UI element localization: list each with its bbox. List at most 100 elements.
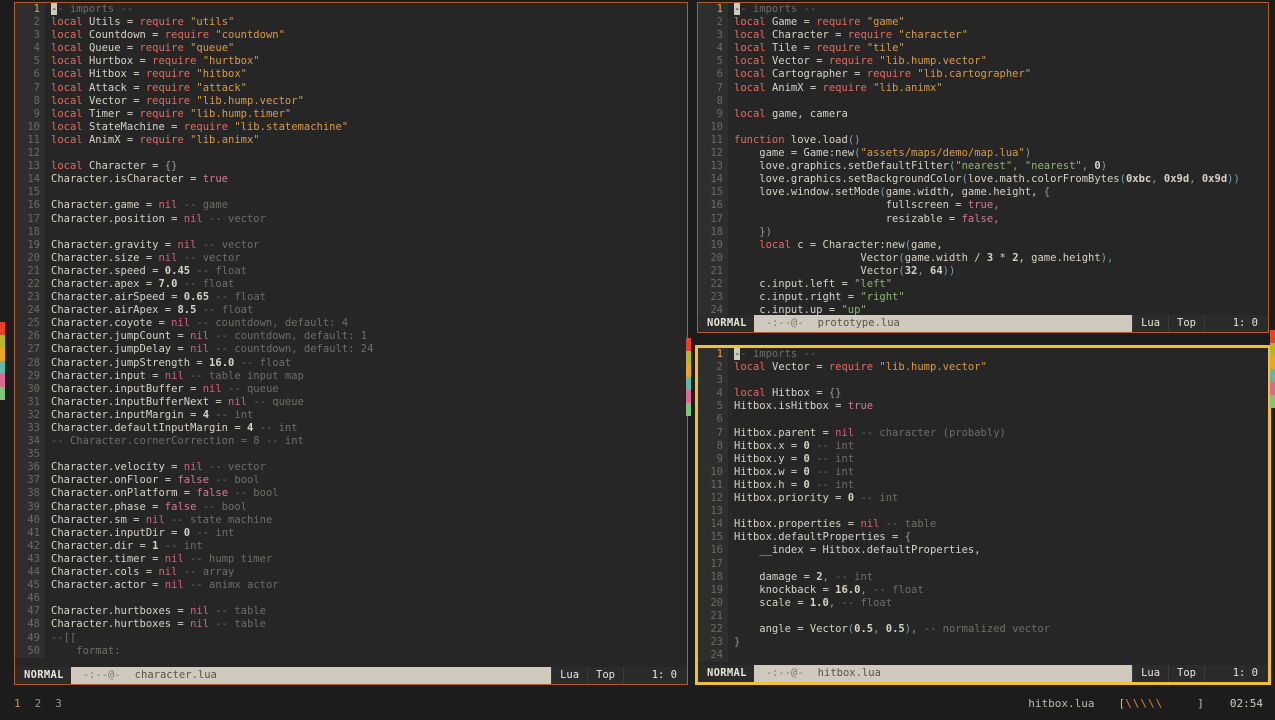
- code-token: AnimX =: [88, 133, 140, 146]
- code-token: Character.gravity =: [51, 238, 178, 251]
- line-number: 17: [698, 557, 728, 571]
- code-token: Hitbox.isHitbox =: [734, 400, 848, 413]
- code-line: 15 Hitbox.defaultProperties = {: [698, 531, 1268, 545]
- code-line: 48 Character.hurtboxes = nil -- table: [15, 618, 687, 632]
- line-number: 17: [15, 212, 45, 226]
- code-token: -- queue: [221, 382, 279, 395]
- code-token: require: [139, 16, 191, 29]
- tmux-window-tab-3[interactable]: 3: [55, 697, 62, 710]
- code-token: Utils =: [88, 16, 140, 29]
- color-swatch: [0, 374, 5, 387]
- code-line: 23 Character.airSpeed = 0.65 -- float: [15, 291, 687, 305]
- code-lines-prototype: 1 -- imports -- 2 local Game = require "gam…: [698, 3, 1268, 315]
- code-token: -- int: [190, 526, 235, 539]
- line-number: 9: [698, 107, 728, 121]
- code-token: local: [51, 42, 89, 55]
- code-line: 34 -- Character.cornerCorrection = 8 -- i…: [15, 435, 687, 449]
- code-line: 49 --[[: [15, 631, 687, 645]
- code-token: "tile": [866, 42, 905, 55]
- code-token: Character.velocity =: [51, 461, 184, 474]
- color-swatch-strip-left: [0, 322, 5, 400]
- line-number: 29: [15, 369, 45, 383]
- line-number: 24: [698, 304, 728, 315]
- tmux-window-list[interactable]: 1 23: [0, 697, 62, 710]
- code-token: -- table input map: [183, 369, 304, 382]
- code-line: 2 local Utils = require "utils": [15, 16, 687, 30]
- line-number: 14: [15, 173, 45, 187]
- code-token: Character.hurtboxes =: [51, 618, 191, 631]
- code-line: 4 local Queue = require "queue": [15, 42, 687, 56]
- line-number: 3: [698, 374, 728, 388]
- line-number: 14: [698, 173, 728, 187]
- code-token: "countdown": [215, 29, 285, 42]
- code-token: require: [183, 120, 235, 133]
- statusline-right-character: Lua Top 1: 0: [551, 667, 687, 684]
- code-token: local: [734, 68, 772, 81]
- tmux-pane-hitbox[interactable]: 1 -- imports -- 2 local Vector = require "l…: [695, 345, 1271, 685]
- tmux-window-tab-2[interactable]: 2: [35, 697, 42, 710]
- code-token: "nearest": [955, 160, 1013, 173]
- color-swatch: [686, 390, 691, 403]
- line-number: 18: [698, 570, 728, 584]
- code-token: "utils": [190, 16, 235, 29]
- code-token: 8.5: [177, 304, 197, 317]
- line-number: 4: [698, 42, 728, 56]
- code-line: 22 angle = Vector(0.5, 0.5), -- normaliz…: [698, 622, 1268, 637]
- code-token: ),: [904, 622, 918, 635]
- code-line: 19 knockback = 16.0, -- float: [698, 583, 1268, 597]
- line-number: 5: [698, 55, 728, 69]
- code-line: 33 Character.defaultInputMargin = 4 -- in…: [15, 422, 687, 436]
- color-swatch: [0, 387, 5, 400]
- code-token: -- int: [253, 422, 298, 434]
- editor-buffer-prototype[interactable]: 1 -- imports -- 2 local Game = require "gam…: [698, 3, 1268, 315]
- code-token: "lib.animx": [873, 81, 943, 94]
- code-token: local: [51, 29, 89, 42]
- code-token: false: [164, 500, 197, 513]
- code-token: -- int: [158, 539, 203, 552]
- code-token: require: [164, 29, 216, 42]
- color-swatch: [1270, 330, 1275, 343]
- line-number: 25: [15, 317, 45, 331]
- code-token: Hitbox.x =: [734, 439, 804, 452]
- code-line: 46: [15, 592, 687, 606]
- line-number: 11: [15, 133, 45, 148]
- line-number: 18: [15, 225, 45, 239]
- code-token: "right": [860, 291, 905, 304]
- code-token: Character.inputMargin =: [51, 408, 203, 421]
- line-number: 23: [698, 291, 728, 305]
- line-number: 3: [698, 29, 728, 43]
- code-token: -- array: [177, 566, 235, 579]
- code-token: false: [961, 212, 994, 225]
- code-token: true: [202, 173, 229, 186]
- code-token: local: [51, 120, 89, 133]
- code-token: local: [734, 81, 772, 94]
- code-token: Vector =: [88, 94, 146, 107]
- tmux-window-tab-1[interactable]: 1: [14, 697, 21, 710]
- code-token: {}: [828, 387, 842, 400]
- code-line: 17: [698, 557, 1268, 571]
- code-line: 21 Vector(32, 64)): [698, 264, 1268, 278]
- tmux-status-bar[interactable]: 1 23 hitbox.lua [\\\\\] 02:54: [0, 687, 1275, 720]
- editor-buffer-hitbox[interactable]: 1 -- imports -- 2 local Vector = require "l…: [698, 348, 1268, 665]
- code-line: 31 Character.inputBufferNext = nil -- que…: [15, 395, 687, 409]
- line-number: 20: [698, 596, 728, 610]
- code-token: require: [847, 29, 899, 42]
- code-token: - imports --: [740, 348, 817, 360]
- line-number: 2: [698, 16, 728, 30]
- code-token: ,: [917, 264, 931, 277]
- code-token: ,: [1189, 173, 1202, 186]
- tmux-pane-prototype[interactable]: 1 -- imports -- 2 local Game = require "gam…: [697, 2, 1269, 333]
- code-line: 14 Character.isCharacter = true: [15, 173, 687, 187]
- code-token: scale =: [734, 596, 810, 609]
- code-token: Hitbox =: [88, 68, 146, 81]
- code-line: 23}: [698, 636, 1268, 650]
- code-token: Character.speed =: [51, 264, 165, 277]
- code-token: local: [734, 107, 772, 120]
- code-line: 32 Character.inputMargin = 4 -- int: [15, 408, 687, 422]
- editor-buffer-character[interactable]: 1 -- imports -- 2 local Utils = require "ut…: [15, 3, 687, 667]
- code-token: require: [145, 68, 197, 81]
- code-token: -- Character.cornerCorrection = 8 -- int: [51, 435, 304, 448]
- code-token: false: [196, 487, 229, 500]
- code-token: Character.inputBuffer =: [51, 382, 203, 395]
- tmux-pane-character[interactable]: 1 -- imports -- 2 local Utils = require "ut…: [14, 2, 688, 685]
